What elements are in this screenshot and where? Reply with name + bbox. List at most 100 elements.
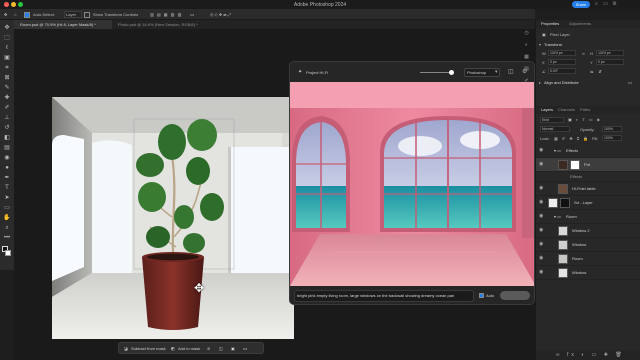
clone-stamp-icon[interactable]: ⊥ <box>3 114 11 122</box>
mask-thumbnail[interactable] <box>570 160 580 170</box>
eyedropper-icon[interactable]: ✎ <box>3 84 11 92</box>
background-color-swatch[interactable] <box>5 250 11 256</box>
swatches-panel-icon[interactable]: ▦ <box>523 54 530 61</box>
eye-icon[interactable]: ◉ <box>539 200 544 205</box>
eye-icon[interactable]: ◉ <box>539 228 544 233</box>
fill-mask-icon[interactable]: ▣ <box>231 345 235 352</box>
subtract-from-mask-button[interactable]: Subtract from mask <box>131 345 166 352</box>
auto-select-checkbox[interactable] <box>24 12 30 18</box>
more-tools-icon[interactable]: ••• <box>3 234 11 242</box>
angle-field[interactable]: 0.00° <box>548 68 576 74</box>
brush-icon[interactable]: ✐ <box>3 104 11 112</box>
chevron-down-icon[interactable]: ▾ <box>539 42 541 47</box>
more-icon[interactable]: ••• <box>243 345 247 352</box>
move-cursor-icon: ✥ <box>194 281 205 295</box>
eye-icon[interactable]: ◉ <box>539 242 544 247</box>
link-icon[interactable]: ∞ <box>582 51 585 56</box>
layer-thumbnail <box>558 254 568 264</box>
auto-select-label: Auto-Select: <box>33 12 55 17</box>
eye-icon[interactable]: ◉ <box>539 148 544 153</box>
x-field[interactable]: 0 px <box>548 59 576 65</box>
3d-mode-icon[interactable]: ◎ ◇ ✥ ⇄ ⤢ <box>210 11 231 18</box>
height-field[interactable]: 1024 px <box>596 50 624 56</box>
invert-mask-icon[interactable]: ⊘ <box>207 345 210 352</box>
layers-footer-icons[interactable]: ∞ fx ◐ ▭ ✚ 🗑 <box>536 350 640 360</box>
brush-panel-icon[interactable]: ✐ <box>523 78 530 85</box>
layer-row[interactable]: ◉ Room <box>536 252 640 266</box>
eye-icon[interactable]: ◉ <box>539 162 544 167</box>
spot-heal-icon[interactable]: ✚ <box>3 94 11 102</box>
strength-slider[interactable] <box>420 72 452 73</box>
hand-icon[interactable]: ✋ <box>3 214 11 222</box>
eye-icon[interactable]: ◉ <box>539 214 544 219</box>
object-select-icon[interactable]: ▣ <box>3 54 11 62</box>
camera-icon[interactable]: ◫ <box>508 68 514 75</box>
layer-row[interactable]: ◉ ▾ ▭ Effects <box>536 144 640 158</box>
tab-paths[interactable]: Paths <box>580 107 590 112</box>
filter-icons[interactable]: ▣ ◐ T ▭ ◈ <box>568 117 601 122</box>
more-options-icon[interactable]: ••• <box>190 11 194 18</box>
blur-icon[interactable]: ◉ <box>3 154 11 162</box>
workspace-icon[interactable]: ▭ <box>602 1 609 8</box>
kind-filter[interactable]: Kind <box>540 117 564 123</box>
move-icon[interactable]: ✥ <box>3 24 11 32</box>
marquee-icon[interactable]: ⬚ <box>3 34 11 42</box>
layer-name: Effects <box>566 148 579 153</box>
chevron-right-icon[interactable]: ▸ <box>539 80 541 85</box>
dodge-icon[interactable]: ● <box>3 164 11 172</box>
lock-icons[interactable]: ▦ ✐ ✥ ⌗ 🔒 <box>554 136 590 141</box>
add-to-mask-button[interactable]: Add to mask <box>178 345 200 352</box>
more-icon[interactable]: ••• <box>628 80 632 85</box>
auto-checkbox[interactable] <box>479 293 484 298</box>
color-panel-icon[interactable]: ◐ <box>523 42 530 49</box>
history-brush-icon[interactable]: ↺ <box>3 124 11 132</box>
options-home-icon[interactable]: ⌂ <box>14 11 16 18</box>
pen-icon[interactable]: ✒ <box>3 174 11 182</box>
move-tool-icon[interactable]: ✥ <box>4 11 7 18</box>
generate-button[interactable] <box>500 291 530 300</box>
layer-row[interactable]: ◉ Hi-Fidel table <box>536 182 640 196</box>
tab-layers[interactable]: Layers <box>541 107 553 112</box>
lasso-icon[interactable]: ℓ <box>3 44 11 52</box>
rectangle-icon[interactable]: ▭ <box>3 204 11 212</box>
eye-icon[interactable]: ◉ <box>539 270 544 275</box>
frame-icon[interactable]: ⊠ <box>3 74 11 82</box>
eye-icon[interactable]: ◉ <box>539 256 544 261</box>
eye-icon[interactable]: ◉ <box>539 186 544 191</box>
flip-icons[interactable]: ⇋ ⇵ <box>590 69 604 74</box>
gradient-icon[interactable]: ▤ <box>3 144 11 152</box>
search-icon[interactable]: ⌕ <box>593 1 600 8</box>
layer-row[interactable]: ◉ Window <box>536 238 640 252</box>
type-icon[interactable]: T <box>3 184 11 192</box>
layer-row-selected[interactable]: ◉ Pot <box>536 158 640 172</box>
libraries-panel-icon[interactable]: ▤ <box>523 66 530 73</box>
opacity-field[interactable]: 100% <box>602 126 622 132</box>
properties-tabs: Properties Adjustments <box>536 20 640 28</box>
history-panel-icon[interactable]: ◷ <box>523 30 530 37</box>
strength-slider-handle[interactable] <box>449 70 454 75</box>
y-field[interactable]: 0 px <box>596 59 624 65</box>
layer-row[interactable]: ◉ Window 2 <box>536 224 640 238</box>
share-button[interactable]: Share <box>572 1 590 8</box>
width-field[interactable]: 1024 px <box>548 50 576 56</box>
tab-room-psd[interactable]: Room.psd @ 70.9% (Ht-fl, Layer Mask/8) * <box>14 20 112 29</box>
layer-row[interactable]: ◉ Srt - Layer <box>536 196 640 210</box>
tab-properties[interactable]: Properties <box>541 21 559 26</box>
show-transform-checkbox[interactable] <box>84 12 90 18</box>
layer-row[interactable]: ◉ ▾ ▭ Room <box>536 210 640 224</box>
gear-icon[interactable]: ⚙ <box>611 1 618 8</box>
path-select-icon[interactable]: ➤ <box>3 194 11 202</box>
tab-photo-psd[interactable]: Photo.psd @ 16.6% (New Session, RGB/8) * <box>112 20 222 29</box>
blend-mode-dropdown[interactable]: Normal <box>540 126 570 132</box>
feather-icon[interactable]: ◫ <box>219 345 223 352</box>
document-canvas[interactable]: ✥ <box>52 97 294 339</box>
eraser-icon[interactable]: ◧ <box>3 134 11 142</box>
zoom-icon[interactable]: ⌕ <box>3 224 11 232</box>
tab-channels[interactable]: Channels <box>558 107 575 112</box>
align-buttons-icon[interactable]: ▥ ▤ ▦ ▧ ▨ <box>150 11 182 18</box>
tab-adjustments[interactable]: Adjustments <box>569 21 591 26</box>
fill-field[interactable]: 100% <box>602 135 622 141</box>
crop-icon[interactable]: ⌗ <box>3 64 11 72</box>
layer-row[interactable]: ◉ Window <box>536 266 640 280</box>
layer-row[interactable]: Effects <box>536 172 640 182</box>
